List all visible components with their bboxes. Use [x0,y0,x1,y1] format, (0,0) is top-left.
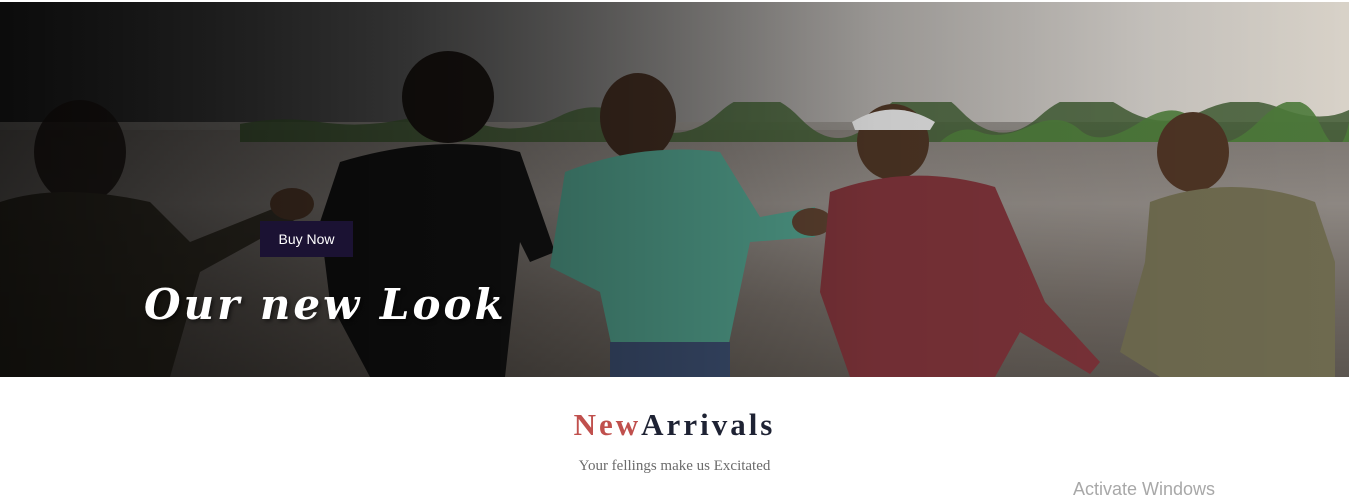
hero-title: Our new Look [144,280,507,329]
buy-now-button[interactable]: Buy Now [260,221,353,257]
hero-banner: Buy Now Our new Look [0,2,1349,377]
new-arrivals-heading: NewArrivals [0,405,1349,445]
heading-rest-word: Arrivals [641,407,776,442]
heading-accent-word: New [573,407,642,442]
page: Buy Now Our new Look NewArrivals Your fe… [0,0,1349,497]
new-arrivals-subtitle: Your fellings make us Excitated [578,458,771,474]
activate-windows-watermark: Activate Windows [1073,479,1216,497]
